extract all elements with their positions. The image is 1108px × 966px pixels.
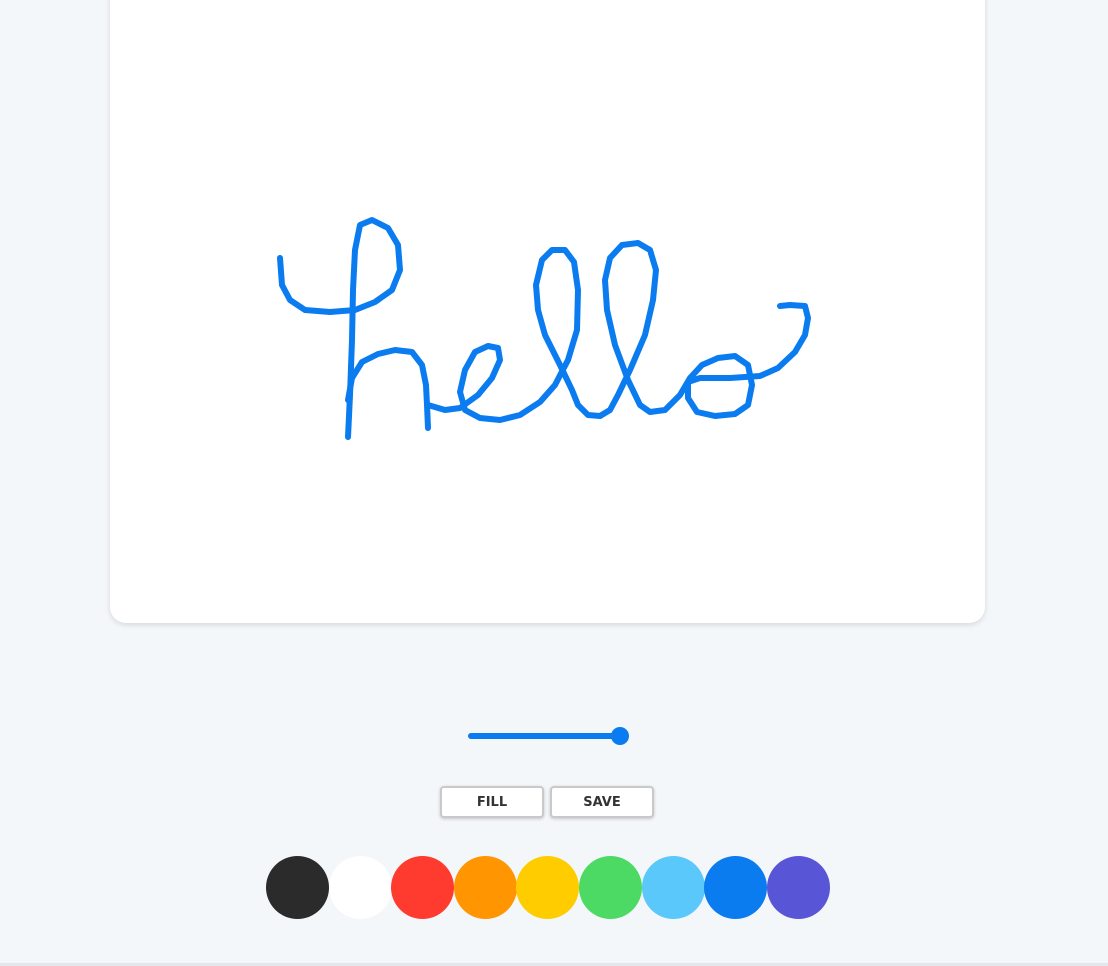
- brush-size-slider[interactable]: [468, 727, 629, 745]
- drawn-stroke: [425, 240, 811, 423]
- color-swatch-yellow[interactable]: [516, 856, 580, 919]
- color-swatch-light-blue[interactable]: [641, 856, 705, 919]
- action-buttons: FILL SAVE: [440, 786, 654, 818]
- brush-size-slider-track[interactable]: [468, 727, 629, 745]
- drawing-canvas-card: [110, 0, 985, 623]
- color-swatch-red[interactable]: [391, 856, 455, 919]
- strokes-layer: [277, 217, 811, 440]
- color-swatch-blue[interactable]: [704, 856, 768, 919]
- color-swatch-purple[interactable]: [766, 856, 830, 919]
- drawn-stroke: [277, 217, 403, 440]
- save-button[interactable]: SAVE: [550, 786, 654, 818]
- color-swatch-white[interactable]: [328, 856, 392, 919]
- brush-size-slider-fill: [468, 733, 624, 739]
- drawing-app: FILL SAVE: [0, 0, 1108, 966]
- brush-size-slider-thumb[interactable]: [611, 727, 629, 745]
- color-palette: [266, 856, 831, 920]
- color-swatch-green[interactable]: [579, 856, 642, 919]
- fill-button[interactable]: FILL: [440, 786, 544, 818]
- drawn-stroke: [345, 347, 431, 431]
- color-swatch-orange[interactable]: [453, 856, 517, 919]
- color-swatch-black[interactable]: [266, 856, 329, 919]
- drawing-canvas[interactable]: [110, 0, 985, 623]
